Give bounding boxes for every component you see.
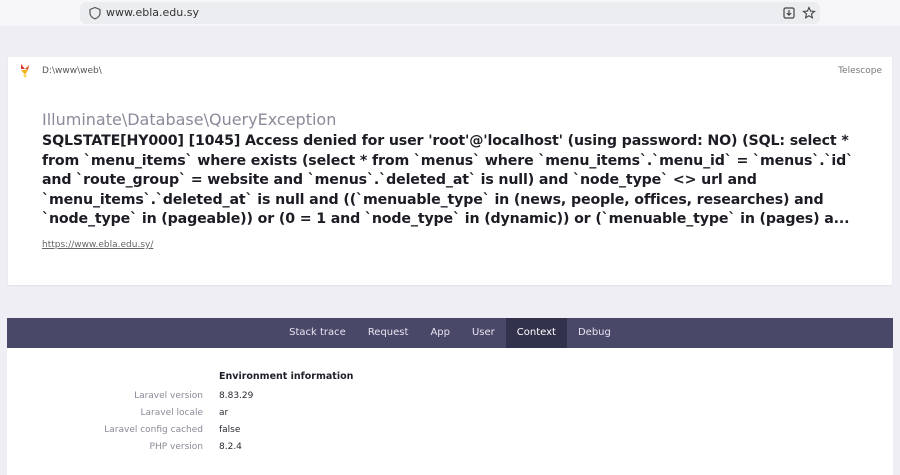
- info-value: 8.2.4: [219, 442, 242, 452]
- info-row-laravel-locale: Laravel locale ar: [7, 408, 893, 422]
- download-icon[interactable]: [782, 6, 796, 20]
- exception-message: SQLSTATE[HY000] [1045] Access denied for…: [42, 133, 854, 227]
- info-value: 8.83.29: [219, 391, 254, 401]
- info-value: ar: [219, 408, 229, 418]
- tab-stack-trace[interactable]: Stack trace: [278, 318, 357, 348]
- context-panel: Environment information Laravel version …: [7, 348, 893, 475]
- tab-user[interactable]: User: [461, 318, 506, 348]
- address-bar[interactable]: www.ebla.edu.sy: [80, 2, 820, 24]
- exception-class: Illuminate\Database\QueryException: [42, 110, 337, 129]
- browser-toolbar: www.ebla.edu.sy: [0, 0, 900, 26]
- tab-debug[interactable]: Debug: [567, 318, 622, 348]
- info-label: PHP version: [149, 442, 203, 452]
- address-url[interactable]: www.ebla.edu.sy: [106, 6, 199, 19]
- ignition-logo-icon[interactable]: [19, 63, 31, 79]
- info-value: false: [219, 425, 241, 435]
- info-label: Laravel config cached: [104, 425, 203, 435]
- request-url-link[interactable]: https://www.ebla.edu.sy/: [42, 240, 153, 250]
- telescope-link[interactable]: Telescope: [838, 66, 882, 76]
- tab-app[interactable]: App: [419, 318, 461, 348]
- tab-request[interactable]: Request: [357, 318, 420, 348]
- info-label: Laravel version: [134, 391, 203, 401]
- error-header-card: D:\www\web\ Telescope Illuminate\Databas…: [8, 57, 892, 285]
- info-label: Laravel locale: [140, 408, 203, 418]
- app-path: D:\www\web\: [42, 66, 102, 76]
- info-row-config-cached: Laravel config cached false: [7, 425, 893, 439]
- tabs: Stack trace Request App User Context Debug: [7, 318, 893, 348]
- star-icon[interactable]: [802, 6, 816, 20]
- info-row-php-version: PHP version 8.2.4: [7, 442, 893, 456]
- section-title: Environment information: [219, 371, 354, 382]
- info-row-laravel-version: Laravel version 8.83.29: [7, 391, 893, 405]
- tab-context[interactable]: Context: [505, 318, 567, 348]
- shield-icon[interactable]: [88, 6, 102, 20]
- tab-bar: Stack trace Request App User Context Debug: [7, 318, 893, 348]
